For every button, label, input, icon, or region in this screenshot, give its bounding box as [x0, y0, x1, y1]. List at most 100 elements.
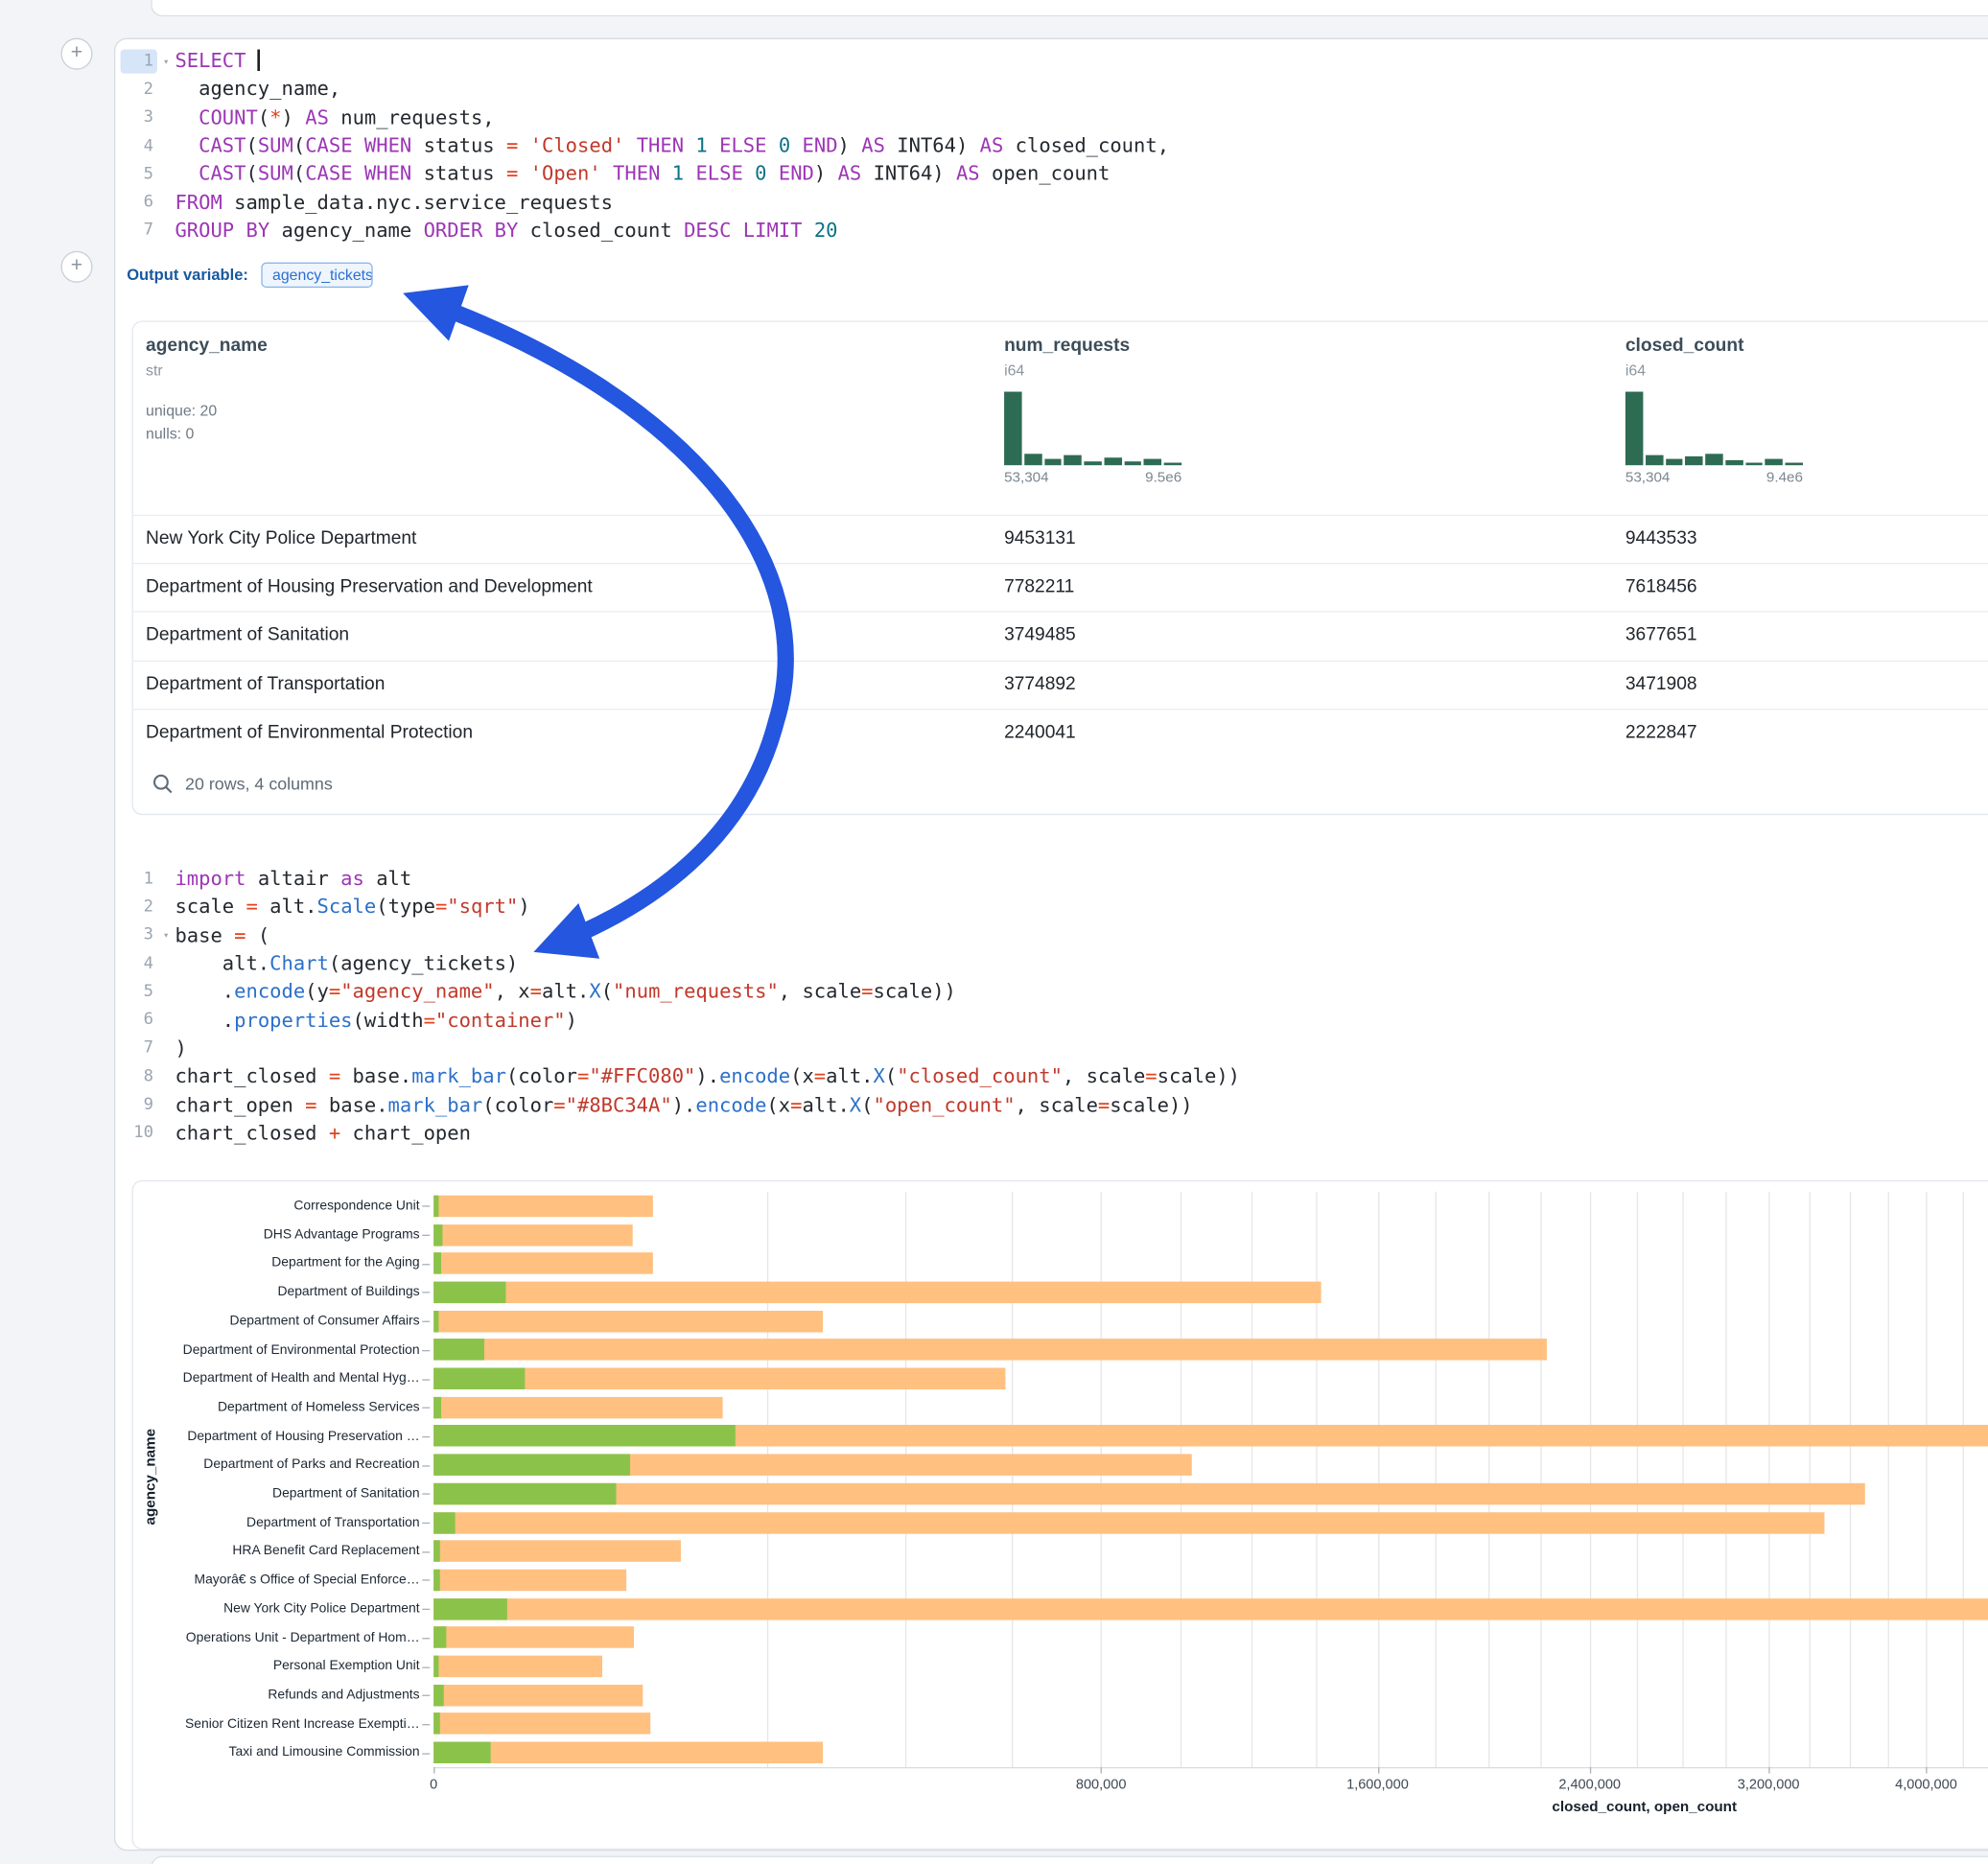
- y-axis-label: DHS Advantage Programs: [133, 1221, 420, 1249]
- code-line[interactable]: 8chart_closed = base.mark_bar(color="#FF…: [121, 1062, 1240, 1090]
- code-line[interactable]: 1▾SELECT: [121, 47, 1169, 75]
- code-token: BY: [246, 220, 270, 243]
- y-tick: [422, 1465, 430, 1466]
- code-token: (: [885, 1065, 897, 1088]
- code-line[interactable]: 3 COUNT(*) AS num_requests,: [121, 104, 1169, 131]
- code-text: chart_closed = base.mark_bar(color="#FFC…: [175, 1065, 1240, 1088]
- histogram-bar: [1666, 459, 1683, 465]
- bar-open: [433, 1455, 630, 1476]
- histogram-min-label: 53,304: [1625, 470, 1671, 485]
- code-line[interactable]: 3▾base = (: [121, 921, 1240, 949]
- y-axis-label: Operations Unit - Department of Hom…: [133, 1623, 420, 1652]
- code-text: CAST(SUM(CASE WHEN status = 'Open' THEN …: [175, 163, 1110, 186]
- line-number: 9: [121, 1093, 157, 1117]
- table-cell: 2240041: [1004, 710, 1625, 757]
- output-variable-chip[interactable]: agency_tickets: [261, 263, 372, 288]
- column-header[interactable]: num_requestsi6453,3049.5e6: [1004, 336, 1181, 485]
- table-cell: 3677651: [1625, 613, 1988, 660]
- bar-closed: [433, 1685, 643, 1706]
- python-editor[interactable]: 1import altair as alt2scale = alt.Scale(…: [121, 865, 1240, 1148]
- table-row: Department of Housing Preservation and D…: [133, 563, 1988, 611]
- code-token: scale: [175, 896, 246, 919]
- search-icon[interactable]: [152, 773, 174, 794]
- code-line[interactable]: 2 agency_name,: [121, 75, 1169, 103]
- code-token: "num_requests": [613, 980, 779, 1003]
- code-token: status: [411, 134, 506, 157]
- sql-editor[interactable]: 1▾SELECT 2 agency_name,3 COUNT(*) AS num…: [121, 47, 1169, 245]
- code-token: =: [1098, 1093, 1110, 1116]
- code-line[interactable]: 6 .properties(width="container"): [121, 1006, 1240, 1034]
- bar-open: [433, 1253, 441, 1274]
- fold-chevron-icon[interactable]: ▾: [157, 56, 175, 67]
- code-token: 'Closed': [530, 134, 625, 157]
- code-token: =: [329, 1065, 340, 1088]
- column-header[interactable]: agency_namestrunique: 20nulls: 0: [146, 336, 268, 445]
- table-row: New York City Police Department945313194…: [133, 515, 1988, 563]
- notebook-cell: 1▾SELECT 2 agency_name,3 COUNT(*) AS num…: [114, 38, 1988, 1852]
- code-token: [175, 163, 199, 186]
- code-token: ELSE: [695, 163, 742, 186]
- code-line[interactable]: 9chart_open = base.mark_bar(color="#8BC3…: [121, 1090, 1240, 1118]
- code-line[interactable]: 4 alt.Chart(agency_tickets): [121, 949, 1240, 977]
- code-token: =: [1145, 1065, 1157, 1088]
- code-token: ).: [672, 1093, 696, 1116]
- code-line[interactable]: 10chart_closed + chart_open: [121, 1119, 1240, 1147]
- code-token: COUNT: [199, 106, 258, 129]
- y-tick: [422, 1350, 430, 1351]
- bar-closed: [433, 1196, 652, 1217]
- code-token: Scale: [317, 896, 377, 919]
- code-line[interactable]: 7GROUP BY agency_name ORDER BY closed_co…: [121, 217, 1169, 245]
- code-token: CAST: [199, 163, 246, 186]
- code-line[interactable]: 4 CAST(SUM(CASE WHEN status = 'Closed' T…: [121, 131, 1169, 159]
- code-line[interactable]: 5 CAST(SUM(CASE WHEN status = 'Open' THE…: [121, 160, 1169, 188]
- y-axis-label: Department of Homeless Services: [133, 1393, 420, 1422]
- code-token: =: [530, 980, 542, 1003]
- code-token: "container": [435, 1009, 566, 1032]
- code-token: [660, 163, 671, 186]
- code-text: base = (: [175, 923, 269, 946]
- y-axis-label: Department for the Aging: [133, 1249, 420, 1278]
- code-token: [175, 106, 199, 129]
- fold-chevron-icon[interactable]: ▾: [157, 929, 175, 941]
- meta-line: nulls: 0: [146, 422, 268, 445]
- bar-open: [433, 1570, 439, 1591]
- code-token: (: [246, 163, 257, 186]
- histogram-bar: [1646, 454, 1663, 465]
- code-line[interactable]: 5 .encode(y="agency_name", x=alt.X("num_…: [121, 978, 1240, 1006]
- code-token: ): [566, 1009, 577, 1032]
- y-axis-label: Department of Buildings: [133, 1278, 420, 1307]
- code-line[interactable]: 6FROM sample_data.nyc.service_requests: [121, 188, 1169, 216]
- code-token: , x: [495, 980, 530, 1003]
- code-token: (: [861, 1093, 873, 1116]
- column-histogram[interactable]: [1004, 392, 1181, 466]
- code-token: THEN: [613, 163, 660, 186]
- code-text: agency_name,: [175, 78, 340, 101]
- histogram-max-label: 9.5e6: [1145, 470, 1181, 485]
- y-tick: [422, 1609, 430, 1610]
- code-token: chart_open: [175, 1093, 305, 1116]
- code-token: ORDER: [424, 220, 483, 243]
- code-token: SUM: [258, 163, 293, 186]
- code-token: alt.: [826, 1065, 873, 1088]
- code-line[interactable]: 1import altair as alt: [121, 865, 1240, 893]
- column-header[interactable]: closed_counti6453,3049.4e6: [1625, 336, 1803, 485]
- code-token: AS: [861, 134, 885, 157]
- add-cell-button[interactable]: +: [60, 38, 92, 70]
- bar-open: [433, 1282, 505, 1303]
- code-token: [766, 134, 778, 157]
- column-histogram[interactable]: [1625, 392, 1803, 466]
- chart-output: Correspondence UnitDHS Advantage Program…: [131, 1180, 1988, 1850]
- code-token: AS: [956, 163, 980, 186]
- code-token: [790, 134, 802, 157]
- gridline: [1012, 1192, 1013, 1767]
- bar-closed: [433, 1253, 652, 1274]
- add-cell-button[interactable]: +: [60, 251, 92, 283]
- code-line[interactable]: 7): [121, 1035, 1240, 1062]
- code-token: ): [838, 134, 862, 157]
- y-tick: [422, 1436, 430, 1437]
- y-axis-label: Department of Parks and Recreation: [133, 1451, 420, 1480]
- bar-open: [433, 1713, 440, 1735]
- code-line[interactable]: 2scale = alt.Scale(type="sqrt"): [121, 893, 1240, 920]
- code-token: encode: [695, 1093, 766, 1116]
- code-token: open_count: [980, 163, 1111, 186]
